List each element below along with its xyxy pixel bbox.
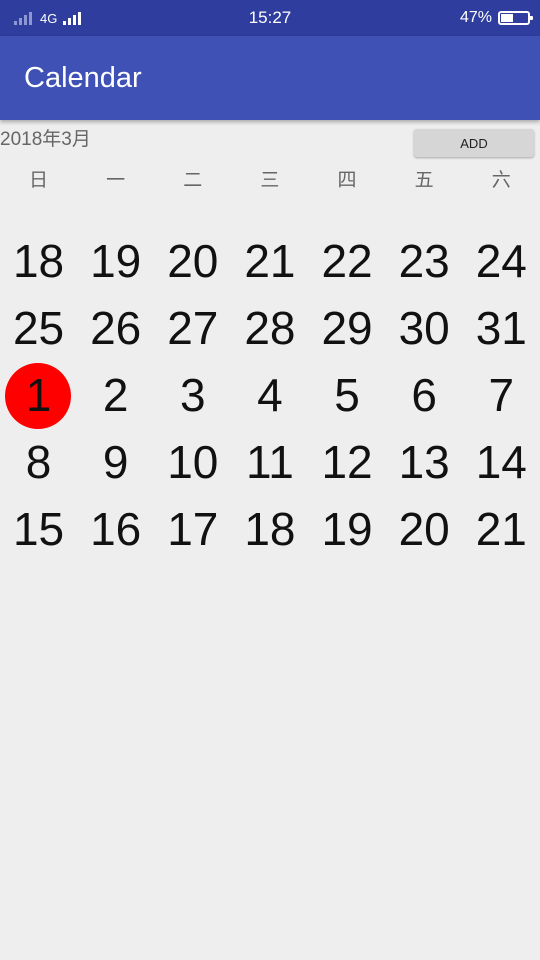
day-number: 16 — [90, 503, 142, 555]
day-number: 20 — [167, 235, 219, 287]
day-cell[interactable]: 28 — [231, 295, 308, 362]
day-cell[interactable]: 19 — [309, 496, 386, 563]
day-cell[interactable]: 25 — [0, 295, 77, 362]
day-number: 9 — [102, 436, 129, 488]
day-cell[interactable]: 8 — [0, 429, 77, 496]
day-number: 2 — [102, 369, 129, 421]
day-cell[interactable]: 16 — [77, 496, 154, 563]
day-number: 5 — [334, 369, 360, 421]
day-cell[interactable]: 13 — [386, 429, 463, 496]
day-cell[interactable]: 21 — [463, 496, 540, 563]
day-cell[interactable]: 11 — [231, 429, 308, 496]
day-cell[interactable]: 21 — [231, 228, 308, 295]
day-number: 20 — [398, 503, 450, 555]
day-number: 21 — [475, 503, 527, 555]
weekday-label: 三 — [260, 170, 280, 191]
day-number: 22 — [321, 235, 373, 287]
day-cell[interactable]: 18 — [0, 228, 77, 295]
day-cell-selected[interactable]: 1 — [0, 362, 77, 429]
day-number: 21 — [244, 235, 296, 287]
status-bar: 4G 15:27 47% — [0, 0, 540, 36]
day-cell[interactable]: 2 — [77, 362, 154, 429]
weekday-label: 六 — [491, 170, 511, 191]
weekday-label: 四 — [337, 170, 357, 191]
battery-icon — [498, 11, 533, 25]
day-cell[interactable]: 23 — [386, 228, 463, 295]
day-number: 6 — [411, 369, 437, 421]
day-number: 14 — [475, 436, 527, 488]
day-cell[interactable]: 7 — [463, 362, 540, 429]
day-number: 17 — [167, 503, 219, 555]
weekday-label: 日 — [29, 170, 49, 191]
day-number: 11 — [246, 436, 294, 488]
app-title: Calendar — [24, 62, 142, 94]
week-row: 25 26 27 28 29 30 31 — [0, 295, 540, 362]
day-number: 27 — [167, 302, 219, 354]
weekday-label: 二 — [183, 170, 203, 191]
day-cell[interactable]: 17 — [154, 496, 231, 563]
day-cell[interactable]: 5 — [309, 362, 386, 429]
day-number: 15 — [12, 503, 65, 555]
day-cell[interactable]: 29 — [309, 295, 386, 362]
day-cell[interactable]: 6 — [386, 362, 463, 429]
day-cell[interactable]: 30 — [386, 295, 463, 362]
battery-tip — [530, 16, 533, 20]
status-right: 47% — [459, 0, 533, 36]
day-number: 12 — [321, 436, 373, 488]
day-number: 1 — [25, 369, 52, 421]
day-cell[interactable]: 4 — [231, 362, 308, 429]
day-number: 3 — [180, 369, 206, 421]
day-cell[interactable]: 14 — [463, 429, 540, 496]
day-number: 26 — [90, 302, 142, 354]
day-cell[interactable]: 15 — [0, 496, 77, 563]
weekday-header: 日一二三四五六 — [0, 168, 540, 194]
day-cell[interactable]: 20 — [386, 496, 463, 563]
day-number: 4 — [257, 369, 283, 421]
day-cell[interactable]: 24 — [463, 228, 540, 295]
day-number: 13 — [398, 436, 450, 488]
day-number: 31 — [475, 302, 527, 354]
app-bar: Calendar — [0, 36, 540, 120]
day-number: 25 — [12, 302, 65, 354]
weekday-label: 一 — [106, 170, 126, 191]
battery-percent: 47% — [459, 9, 492, 26]
day-cell[interactable]: 31 — [463, 295, 540, 362]
day-number: 19 — [321, 503, 373, 555]
day-number: 8 — [25, 436, 52, 488]
day-number: 7 — [488, 369, 515, 421]
day-cell[interactable]: 10 — [154, 429, 231, 496]
day-number: 19 — [90, 235, 142, 287]
day-number: 23 — [398, 235, 450, 287]
add-button[interactable]: ADD — [414, 129, 534, 157]
day-cell[interactable]: 12 — [309, 429, 386, 496]
day-number: 30 — [398, 302, 450, 354]
week-row: 15 16 17 18 19 20 21 — [0, 496, 540, 563]
week-row: 1234567 — [0, 362, 540, 429]
day-cell[interactable]: 19 — [77, 228, 154, 295]
day-cell[interactable]: 22 — [309, 228, 386, 295]
day-cell[interactable]: 18 — [231, 496, 308, 563]
day-number: 18 — [244, 503, 296, 555]
month-label: 2018年3月 — [0, 129, 91, 150]
day-cell[interactable]: 26 — [77, 295, 154, 362]
day-cell[interactable]: 20 — [154, 228, 231, 295]
day-number: 24 — [475, 235, 527, 287]
day-cell[interactable]: 9 — [77, 429, 154, 496]
day-number: 10 — [167, 436, 219, 488]
week-row: 18 19 20 21 22 23 24 — [0, 228, 540, 295]
week-row: 8 9 10 11 12 13 14 — [0, 429, 540, 496]
day-number: 29 — [321, 302, 373, 354]
day-number: 18 — [12, 235, 65, 287]
calendar-grid: 18 19 20 21 22 23 24 25 26 27 28 29 30 31 1 2 3 4 5 6 7 8 9 10 1… — [0, 228, 540, 563]
day-number: 28 — [244, 302, 296, 354]
weekday-label: 五 — [414, 170, 434, 191]
day-cell[interactable]: 3 — [154, 362, 231, 429]
battery-fill — [501, 14, 514, 22]
day-cell[interactable]: 27 — [154, 295, 231, 362]
